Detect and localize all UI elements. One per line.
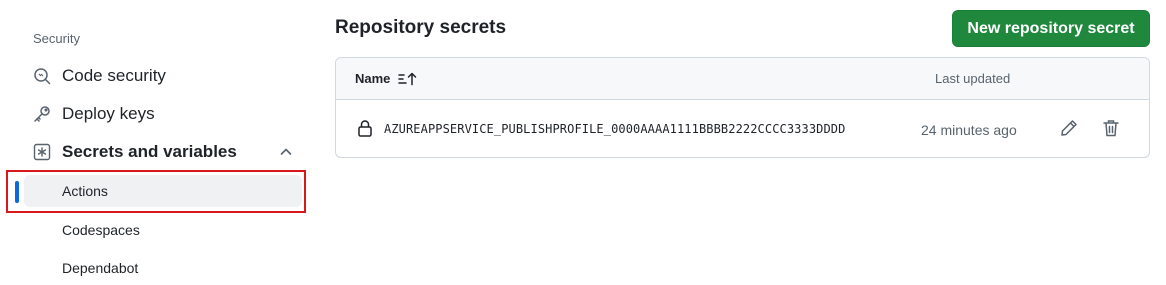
secret-last-updated: 24 minutes ago: [921, 122, 1017, 138]
key-icon: [32, 104, 52, 124]
column-header-last-updated: Last updated: [935, 71, 1011, 86]
column-header-name-label: Name: [355, 71, 391, 86]
sidebar-section-heading: Security: [33, 31, 80, 46]
sidebar-subitem-codespaces[interactable]: Codespaces: [24, 214, 302, 246]
sidebar-item-deploy-keys[interactable]: Deploy keys: [24, 97, 302, 131]
sidebar-subitem-dependabot[interactable]: Dependabot: [24, 252, 302, 284]
trash-icon[interactable]: [1101, 118, 1121, 138]
sidebar-item-secrets-and-variables[interactable]: Secrets and variables: [24, 135, 302, 169]
sidebar-item-code-security[interactable]: Code security: [24, 59, 302, 93]
sidebar-subitem-actions[interactable]: Actions: [15, 175, 302, 207]
chevron-up-icon[interactable]: [278, 144, 294, 160]
page-title: Repository secrets: [335, 17, 507, 38]
secrets-table: Name Last updated AZUREAPPSERVICE_PUBLIS…: [335, 57, 1150, 158]
sidebar-item-label: Deploy keys: [62, 104, 155, 123]
table-row: AZUREAPPSERVICE_PUBLISHPROFILE_0000AAAA1…: [336, 100, 1149, 157]
shield-search-icon: [32, 66, 52, 86]
lock-icon: [357, 119, 373, 137]
new-repository-secret-button[interactable]: New repository secret: [952, 10, 1150, 47]
sidebar-subitem-label: Dependabot: [62, 260, 139, 276]
table-header: Name Last updated: [336, 58, 1149, 100]
sidebar-item-label: Code security: [62, 66, 166, 85]
column-header-name[interactable]: Name: [355, 71, 418, 86]
active-indicator: [15, 181, 19, 203]
settings-sidebar: Security Code security Deploy keys Secre…: [0, 0, 310, 285]
sort-ascending-icon[interactable]: [398, 72, 418, 86]
sidebar-subitem-label: Actions: [62, 183, 108, 199]
sidebar-subitem-label: Codespaces: [62, 222, 140, 238]
secret-name: AZUREAPPSERVICE_PUBLISHPROFILE_0000AAAA1…: [384, 122, 846, 136]
asterisk-box-icon: [32, 142, 52, 162]
pencil-icon[interactable]: [1059, 118, 1079, 138]
sidebar-item-label: Secrets and variables: [62, 142, 237, 161]
